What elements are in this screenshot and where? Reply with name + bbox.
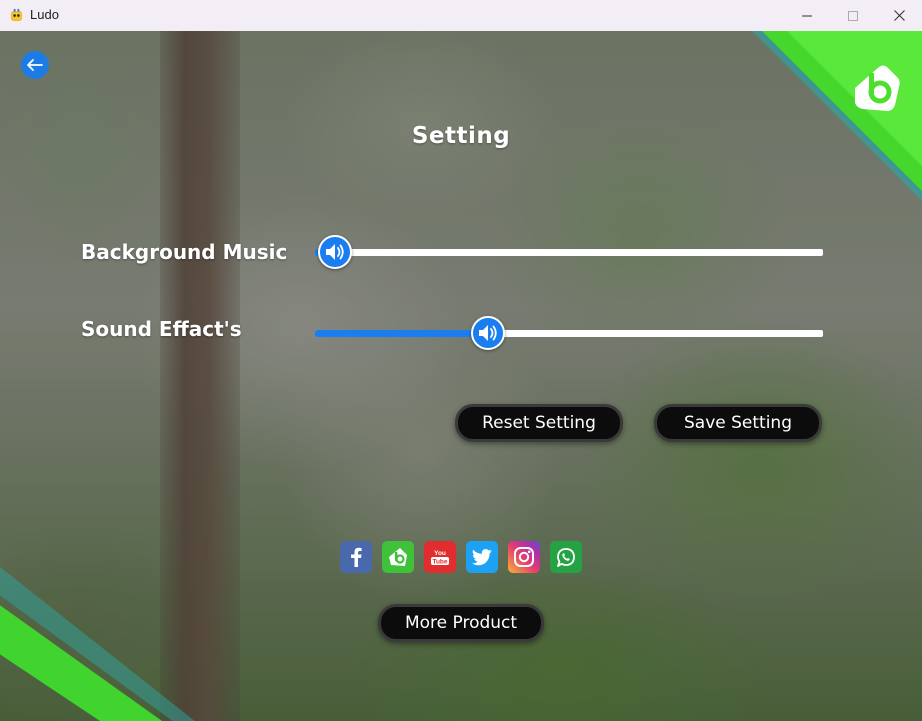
maximize-icon: [848, 10, 858, 21]
maximize-button[interactable]: [830, 0, 876, 31]
close-button[interactable]: [876, 0, 922, 31]
window-title: Ludo: [30, 7, 59, 22]
minimize-button[interactable]: [784, 0, 830, 31]
whatsapp-button[interactable]: [550, 541, 582, 573]
bubble-app-icon: [389, 548, 407, 566]
arrow-left-icon: [27, 59, 43, 71]
bubble-app-button[interactable]: [382, 541, 414, 573]
twitter-icon: [472, 548, 492, 565]
brand-corner-stripe: [0, 566, 195, 721]
social-links: You Tube: [340, 541, 582, 573]
app-window: Ludo Setting Background Music Sound Effa…: [0, 0, 922, 721]
facebook-icon: [351, 547, 362, 567]
page-title: Setting: [411, 123, 511, 149]
youtube-icon: You Tube: [431, 550, 449, 566]
instagram-button[interactable]: [508, 541, 540, 573]
app-icon: [10, 8, 23, 22]
svg-text:Tube: Tube: [432, 559, 447, 566]
youtube-button[interactable]: You Tube: [424, 541, 456, 573]
slider-fill: [315, 330, 488, 337]
more-product-button[interactable]: More Product: [378, 604, 544, 642]
svg-text:You: You: [434, 550, 446, 557]
settings-screen: Setting Background Music Sound Effact's: [0, 31, 922, 721]
background-music-slider[interactable]: [315, 235, 823, 269]
reset-setting-button[interactable]: Reset Setting: [455, 404, 623, 442]
sound-effects-slider[interactable]: [315, 316, 823, 350]
title-bar: Ludo: [0, 0, 922, 32]
back-button[interactable]: [21, 51, 49, 79]
instagram-icon: [514, 547, 534, 567]
slider-knob[interactable]: [470, 316, 505, 350]
twitter-button[interactable]: [466, 541, 498, 573]
minimize-icon: [802, 15, 812, 16]
background-music-label: Background Music: [81, 240, 288, 264]
sound-effects-label: Sound Effact's: [81, 317, 242, 341]
facebook-button[interactable]: [340, 541, 372, 573]
save-setting-button[interactable]: Save Setting: [654, 404, 822, 442]
bubble-b-logo: [855, 65, 900, 111]
whatsapp-icon: [557, 548, 575, 567]
speaker-icon: [326, 244, 344, 260]
close-icon: [893, 10, 905, 21]
speaker-icon: [478, 325, 497, 341]
